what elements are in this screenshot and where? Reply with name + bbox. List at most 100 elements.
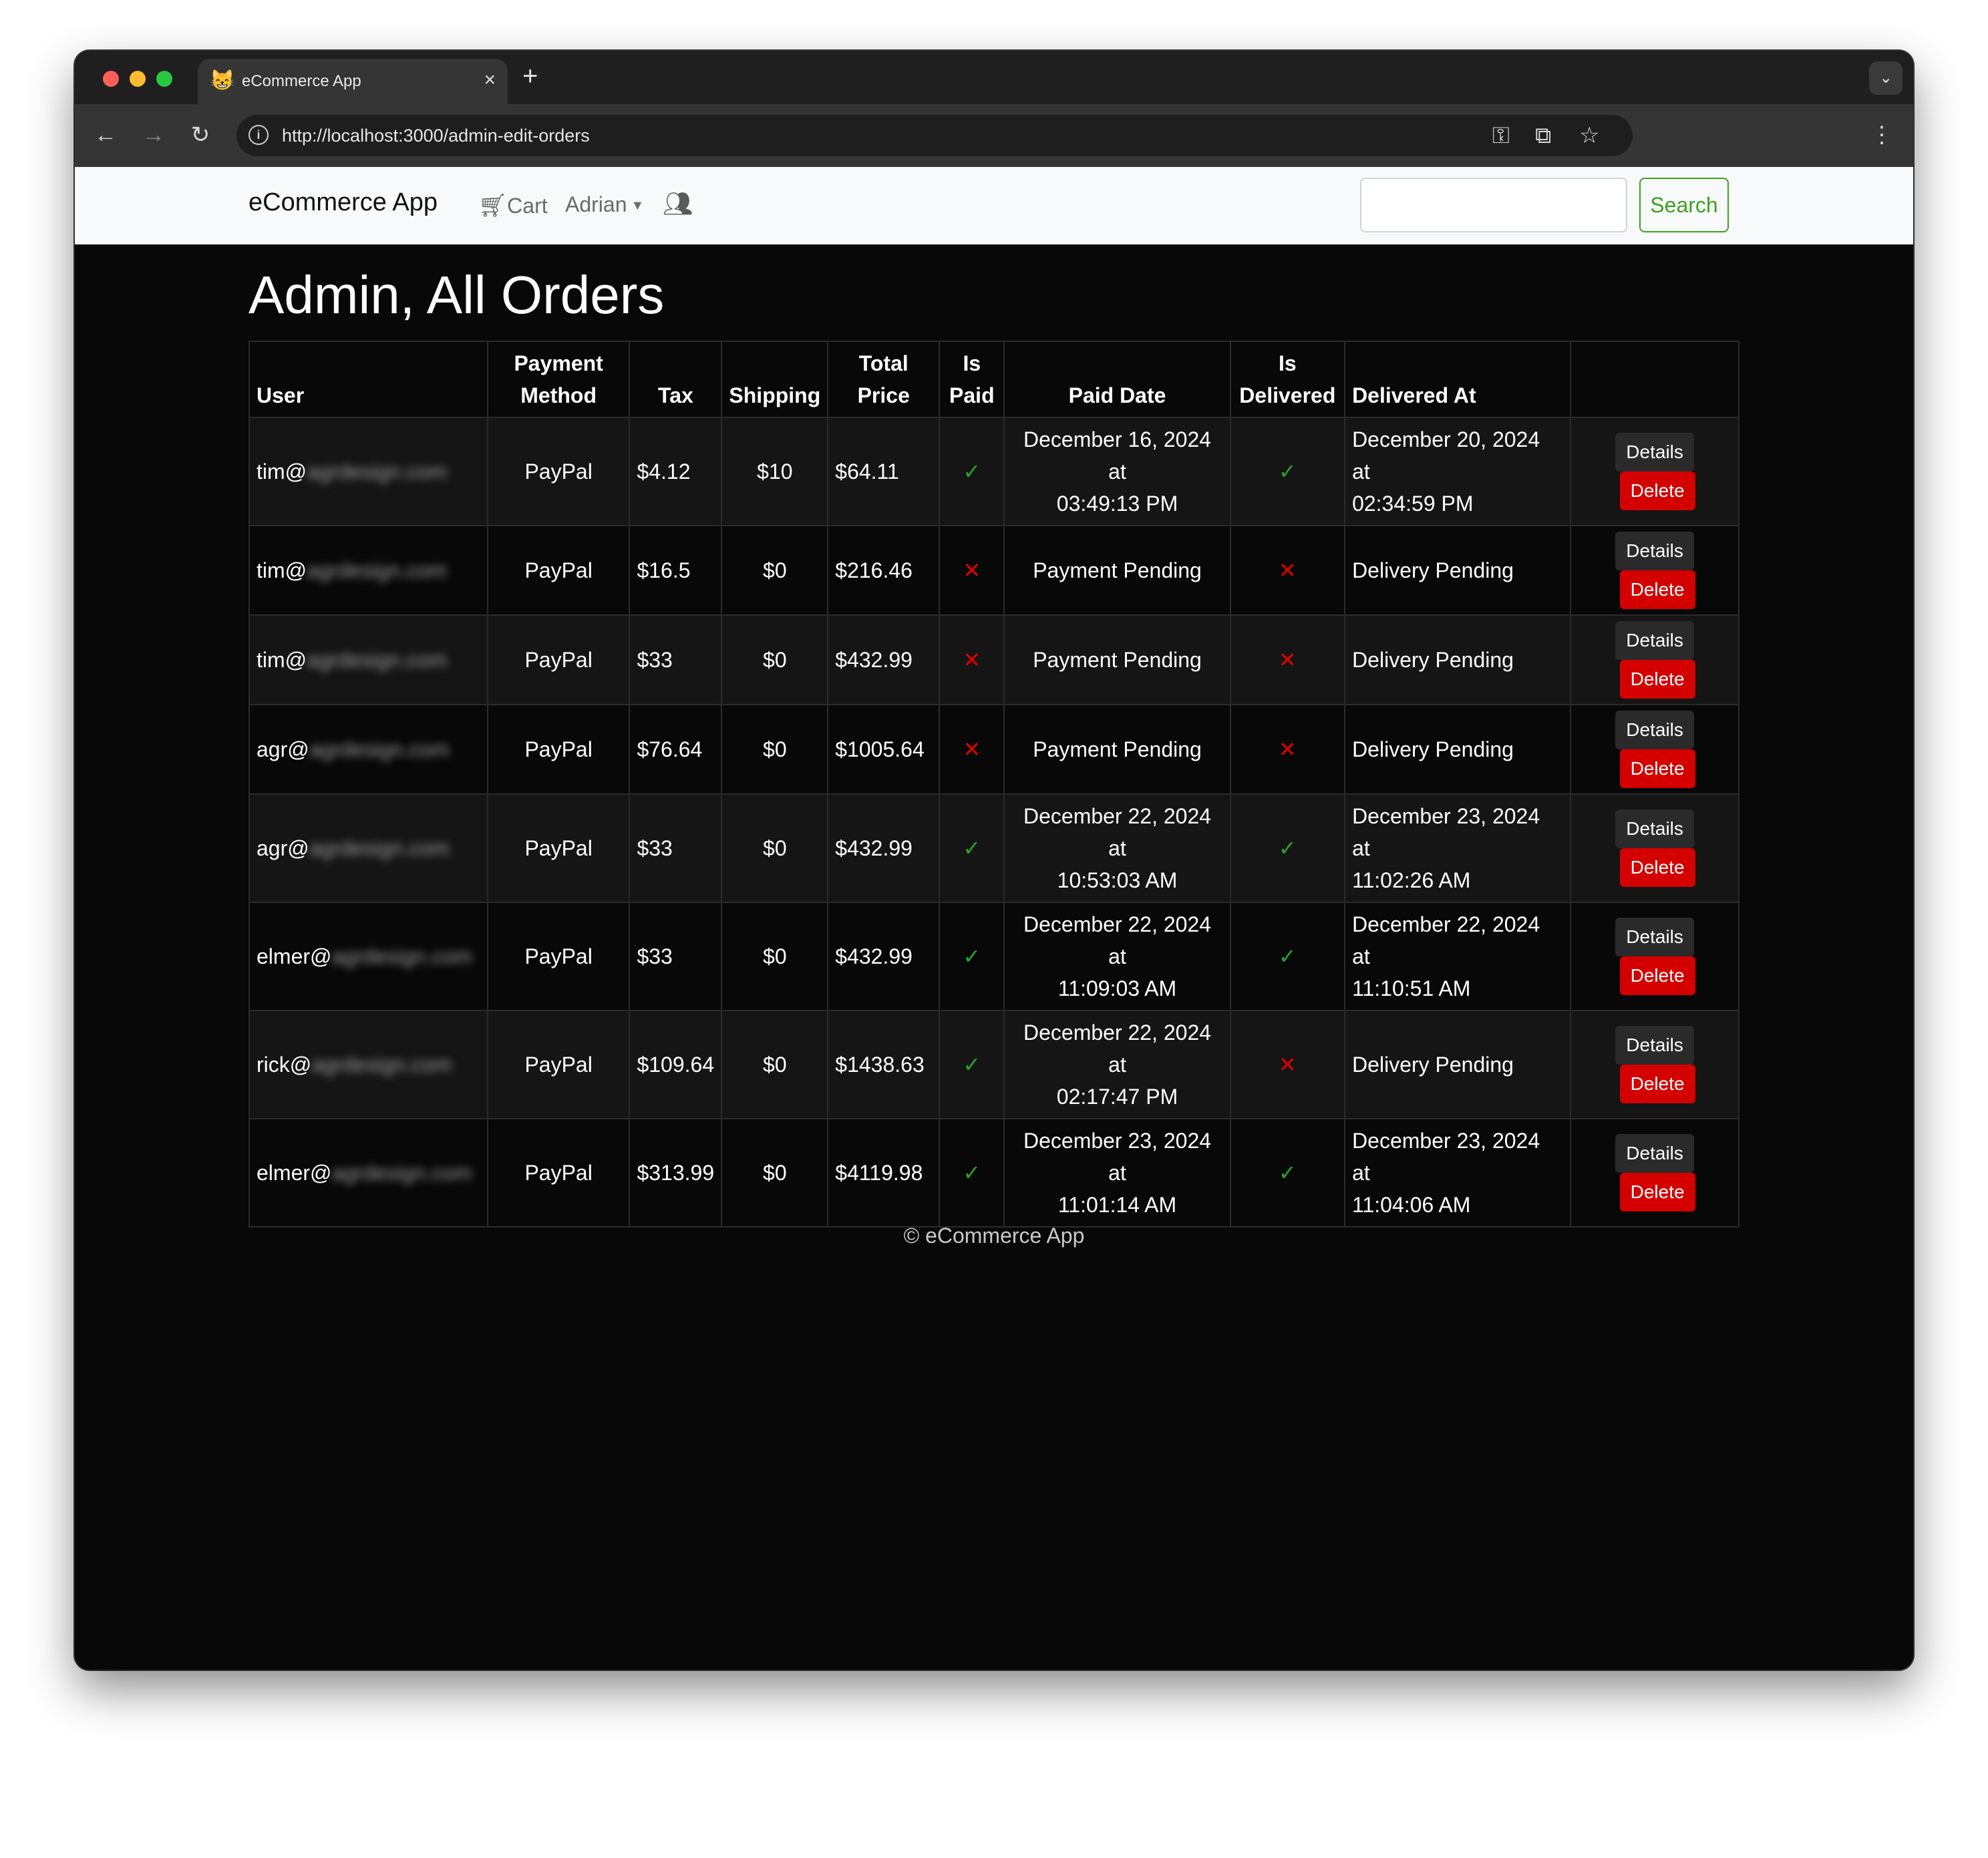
cell-delivered-at: Delivery Pending xyxy=(1344,704,1572,795)
header-paid-date: Paid Date xyxy=(1003,341,1231,418)
delete-button[interactable]: Delete xyxy=(1619,749,1695,788)
search-input[interactable] xyxy=(1360,178,1627,232)
cell-shipping: $0 xyxy=(721,614,829,705)
cell-is-delivered: ✓ xyxy=(1229,902,1346,1011)
delete-button[interactable]: Delete xyxy=(1619,956,1695,995)
cell-delivered-at: Delivery Pending xyxy=(1344,1010,1572,1119)
search-button[interactable]: Search xyxy=(1639,178,1729,232)
cell-delivered-at: December 23, 2024 at 11:02:26 AM xyxy=(1344,793,1572,903)
header-user: User xyxy=(248,341,488,418)
maximize-window-button[interactable] xyxy=(156,71,172,87)
cell-total-price: $216.46 xyxy=(827,525,941,616)
cell-is-delivered: ✓ xyxy=(1229,793,1346,903)
cell-delivered-at: December 20, 2024 at 02:34:59 PM xyxy=(1344,417,1572,526)
blurred-email-domain: agrdesign.com xyxy=(311,1053,452,1077)
delete-button[interactable]: Delete xyxy=(1619,848,1695,887)
delete-button[interactable]: Delete xyxy=(1619,570,1695,609)
brand-link[interactable]: eCommerce App xyxy=(248,188,438,217)
paid-check-icon: ✓ xyxy=(963,944,981,968)
cell-shipping: $0 xyxy=(721,1118,829,1228)
header-total-price: Total Price xyxy=(827,341,941,418)
site-navbar: eCommerce App 🛒︎Cart Adrian ▼ 👥︎ Search xyxy=(75,167,1913,244)
cart-label: Cart xyxy=(507,194,548,218)
cell-total-price: $1005.64 xyxy=(827,704,941,795)
tab-title: eCommerce App xyxy=(242,72,361,90)
cell-is-paid: ✕ xyxy=(939,704,1005,795)
table-row: tim@agrdesign.com PayPal $33 $0 $432.99 ✕ Paym… xyxy=(248,614,1740,705)
forward-arrow-icon[interactable]: → xyxy=(139,120,168,150)
tab-search-icon[interactable]: ⌄ xyxy=(1869,61,1902,95)
install-app-icon[interactable]: ⧉ xyxy=(1535,122,1551,150)
cell-shipping: $0 xyxy=(721,704,829,795)
header-is-paid: Is Paid xyxy=(939,341,1005,418)
cell-shipping: $0 xyxy=(721,902,829,1011)
table-row: agr@agrdesign.com PayPal $33 $0 $432.99 ✓ Dece… xyxy=(248,793,1740,903)
delete-button[interactable]: Delete xyxy=(1619,1173,1695,1212)
admin-users-icon[interactable]: 👥︎ xyxy=(663,190,693,218)
delivered-cross-icon: ✕ xyxy=(1278,648,1297,672)
reload-icon[interactable]: ↻ xyxy=(186,120,215,150)
site-info-icon[interactable]: i xyxy=(248,125,269,145)
key-icon[interactable]: ⚿ xyxy=(1492,122,1510,150)
details-button[interactable]: Details xyxy=(1615,809,1694,848)
browser-window: 😸 eCommerce App × + ⌄ ← → ↻ i http://loc… xyxy=(75,51,1913,1670)
user-dropdown[interactable]: Adrian ▼ xyxy=(565,192,644,217)
cell-paid-date: December 22, 2024 at 10:53:03 AM xyxy=(1003,793,1231,903)
browser-toolbar: ← → ↻ i http://localhost:3000/admin-edit… xyxy=(75,104,1913,167)
table-header-row: User Payment Method Tax Shipping Total Pri… xyxy=(248,341,1740,418)
cell-actions: DetailsDelete xyxy=(1570,902,1740,1011)
cell-payment-method: PayPal xyxy=(486,1010,631,1119)
url-text[interactable]: http://localhost:3000/admin-edit-orders xyxy=(282,126,590,146)
cell-payment-method: PayPal xyxy=(486,614,631,705)
blurred-email-domain: agrdesign.com xyxy=(309,836,450,860)
header-shipping: Shipping xyxy=(721,341,829,418)
blurred-email-domain: agrdesign.com xyxy=(307,648,448,672)
cell-tax: $313.99 xyxy=(629,1118,723,1228)
orders-table-body: tim@agrdesign.com PayPal $4.12 $10 $64.11 ✓ De… xyxy=(248,417,1740,1228)
cell-paid-date: December 16, 2024 at 03:49:13 PM xyxy=(1003,417,1231,526)
close-tab-icon[interactable]: × xyxy=(484,68,496,92)
minimize-window-button[interactable] xyxy=(130,71,146,87)
details-button[interactable]: Details xyxy=(1615,1026,1694,1065)
blurred-email-domain: agrdesign.com xyxy=(307,558,448,582)
cell-actions: DetailsDelete xyxy=(1570,1010,1740,1119)
cell-paid-date: December 22, 2024 at 02:17:47 PM xyxy=(1003,1010,1231,1119)
header-is-delivered: Is Delivered xyxy=(1229,341,1346,418)
cell-user: elmer@agrdesign.com xyxy=(248,902,488,1011)
cell-paid-date: Payment Pending xyxy=(1003,614,1231,705)
details-button[interactable]: Details xyxy=(1615,918,1694,956)
table-row: agr@agrdesign.com PayPal $76.64 $0 $1005.64 ✕… xyxy=(248,704,1740,795)
cell-tax: $33 xyxy=(629,902,723,1011)
browser-tab[interactable]: 😸 eCommerce App × xyxy=(198,59,508,104)
page-content: eCommerce App 🛒︎Cart Adrian ▼ 👥︎ Search A… xyxy=(75,167,1913,1670)
address-bar[interactable]: i http://localhost:3000/admin-edit-order… xyxy=(236,115,1633,156)
delete-button[interactable]: Delete xyxy=(1619,472,1695,510)
cart-link[interactable]: 🛒︎Cart xyxy=(478,192,548,219)
cell-delivered-at: December 23, 2024 at 11:04:06 AM xyxy=(1344,1118,1572,1228)
close-window-button[interactable] xyxy=(103,71,119,87)
cell-payment-method: PayPal xyxy=(486,417,631,526)
cell-user: tim@agrdesign.com xyxy=(248,525,488,616)
cell-tax: $33 xyxy=(629,614,723,705)
cell-payment-method: PayPal xyxy=(486,902,631,1011)
new-tab-icon[interactable]: + xyxy=(522,61,538,91)
cell-paid-date: Payment Pending xyxy=(1003,704,1231,795)
table-row: tim@agrdesign.com PayPal $16.5 $0 $216.46 ✕ Pa… xyxy=(248,525,1740,616)
delivered-cross-icon: ✕ xyxy=(1278,1053,1297,1077)
cell-is-paid: ✓ xyxy=(939,417,1005,526)
cell-payment-method: PayPal xyxy=(486,1118,631,1228)
cell-total-price: $64.11 xyxy=(827,417,941,526)
back-arrow-icon[interactable]: ← xyxy=(91,120,120,150)
details-button[interactable]: Details xyxy=(1615,1134,1694,1173)
delete-button[interactable]: Delete xyxy=(1619,660,1695,699)
details-button[interactable]: Details xyxy=(1615,532,1694,570)
paid-check-icon: ✓ xyxy=(963,836,981,860)
delete-button[interactable]: Delete xyxy=(1619,1065,1695,1103)
cell-user: agr@agrdesign.com xyxy=(248,793,488,903)
browser-menu-icon[interactable]: ⋮ xyxy=(1870,119,1893,151)
details-button[interactable]: Details xyxy=(1615,433,1694,472)
cell-total-price: $4119.98 xyxy=(827,1118,941,1228)
details-button[interactable]: Details xyxy=(1615,711,1694,749)
details-button[interactable]: Details xyxy=(1615,621,1694,660)
bookmark-star-icon[interactable]: ☆ xyxy=(1579,122,1599,150)
